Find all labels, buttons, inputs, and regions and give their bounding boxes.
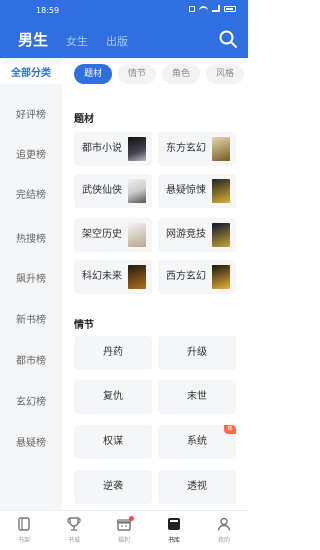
header-bar: 18:59 男生 女生 出版	[0, 0, 248, 58]
book-cover-image	[212, 179, 230, 203]
chip-style[interactable]: 风格	[206, 64, 245, 84]
sidebar-item-completed[interactable]: 完结榜	[0, 186, 62, 206]
genre-label: 网游竞技	[166, 229, 206, 240]
status-time: 18:59	[36, 6, 60, 15]
sidebar-item-following[interactable]: 追更榜	[0, 146, 62, 166]
sidebar-item-all[interactable]: 全部分类	[0, 64, 62, 84]
nav-library[interactable]: 书库	[154, 516, 194, 544]
section-title-plot: 情节	[74, 320, 94, 331]
nav-bookshelf[interactable]: 书架	[4, 516, 44, 544]
sidebar-item-rising[interactable]: 飙升榜	[0, 270, 62, 290]
main-panel: 全部分类 好评榜 追更榜 完结榜 热搜榜 飙升榜 新书榜 都市榜 玄幻榜 悬疑榜…	[0, 58, 248, 510]
notification-icon	[189, 5, 195, 12]
book-cover-image	[212, 223, 230, 247]
nav-label: 书城	[67, 537, 80, 544]
genre-label: 西方玄幻	[166, 271, 206, 282]
genre-label: 悬疑惊悚	[166, 185, 206, 196]
nav-label: 书库	[167, 537, 180, 544]
bottom-nav: 书架 书城 福利 书库 我的	[0, 510, 248, 550]
filter-chips: 题材 情节 角色 风格	[74, 64, 245, 84]
nav-bookstore[interactable]: 书城	[54, 516, 94, 544]
genre-label: 架空历史	[82, 229, 122, 240]
book-cover-image	[212, 137, 230, 161]
genre-card[interactable]: 架空历史	[74, 218, 152, 252]
genre-label: 东方玄幻	[166, 143, 206, 154]
genre-card[interactable]: 武侠仙侠	[74, 174, 152, 208]
trophy-icon	[67, 517, 81, 531]
chip-genre[interactable]: 题材	[74, 64, 113, 84]
genre-label: 科幻未来	[82, 271, 122, 282]
book-cover-image	[128, 265, 146, 289]
genre-card[interactable]: 都市小说	[74, 132, 152, 166]
nav-profile[interactable]: 我的	[204, 516, 244, 544]
sidebar-item-rating[interactable]: 好评榜	[0, 106, 62, 126]
genre-card[interactable]: 西方玄幻	[158, 260, 236, 294]
signal-icon	[212, 5, 220, 12]
genre-card[interactable]: 东方玄幻	[158, 132, 236, 166]
book-cover-image	[128, 137, 146, 161]
plot-tag[interactable]: 逆袭	[74, 470, 152, 504]
library-icon	[168, 518, 180, 530]
book-cover-image	[128, 223, 146, 247]
battery-icon	[224, 5, 236, 12]
genre-card[interactable]: 网游竞技	[158, 218, 236, 252]
plot-tag[interactable]: 权谋	[74, 425, 152, 459]
plot-tag[interactable]: 复仇	[74, 380, 152, 414]
profile-icon	[217, 517, 231, 531]
chip-plot[interactable]: 情节	[118, 64, 157, 84]
tab-male[interactable]: 男生	[18, 29, 48, 50]
nav-welfare[interactable]: 福利	[104, 516, 144, 544]
tab-female[interactable]: 女生	[66, 33, 88, 49]
wifi-icon	[199, 5, 208, 12]
bookshelf-icon	[18, 517, 30, 531]
plot-tag[interactable]: 丹药	[74, 336, 152, 370]
sidebar-item-fantasy[interactable]: 玄幻榜	[0, 393, 62, 413]
genre-card[interactable]: 科幻未来	[74, 260, 152, 294]
category-sidebar: 全部分类 好评榜 追更榜 完结榜 热搜榜 飙升榜 新书榜 都市榜 玄幻榜 悬疑榜	[0, 58, 62, 510]
section-title-genre: 题材	[74, 114, 94, 125]
category-content: 题材 情节 角色 风格 题材 都市小说 东方玄幻 武侠仙侠 悬疑惊悚 架空历史 …	[62, 58, 248, 510]
tab-publish[interactable]: 出版	[106, 33, 128, 49]
sidebar-item-new[interactable]: 新书榜	[0, 311, 62, 331]
nav-label: 福利	[117, 537, 130, 544]
plot-tag-label: 系统	[187, 436, 207, 447]
plot-tag[interactable]: 升级	[158, 336, 236, 370]
genre-label: 武侠仙侠	[82, 185, 122, 196]
genre-card[interactable]: 悬疑惊悚	[158, 174, 236, 208]
plot-tag-hot[interactable]: 系统 热	[158, 425, 236, 459]
sidebar-item-mystery[interactable]: 悬疑榜	[0, 434, 62, 454]
hot-badge: 热	[224, 425, 236, 434]
status-bar: 18:59	[0, 0, 248, 20]
book-cover-image	[128, 179, 146, 203]
gender-tabs: 男生 女生 出版	[18, 29, 146, 50]
sidebar-item-hot-search[interactable]: 热搜榜	[0, 230, 62, 250]
nav-label: 我的	[217, 537, 230, 544]
plot-tag[interactable]: 透视	[158, 470, 236, 504]
genre-label: 都市小说	[82, 143, 122, 154]
book-cover-image	[212, 265, 230, 289]
plot-tag[interactable]: 末世	[158, 380, 236, 414]
status-icons	[189, 5, 236, 12]
notification-dot	[129, 516, 134, 521]
nav-label: 书架	[17, 537, 30, 544]
search-icon[interactable]	[218, 29, 238, 49]
sidebar-item-urban[interactable]: 都市榜	[0, 352, 62, 372]
chip-role[interactable]: 角色	[162, 64, 201, 84]
